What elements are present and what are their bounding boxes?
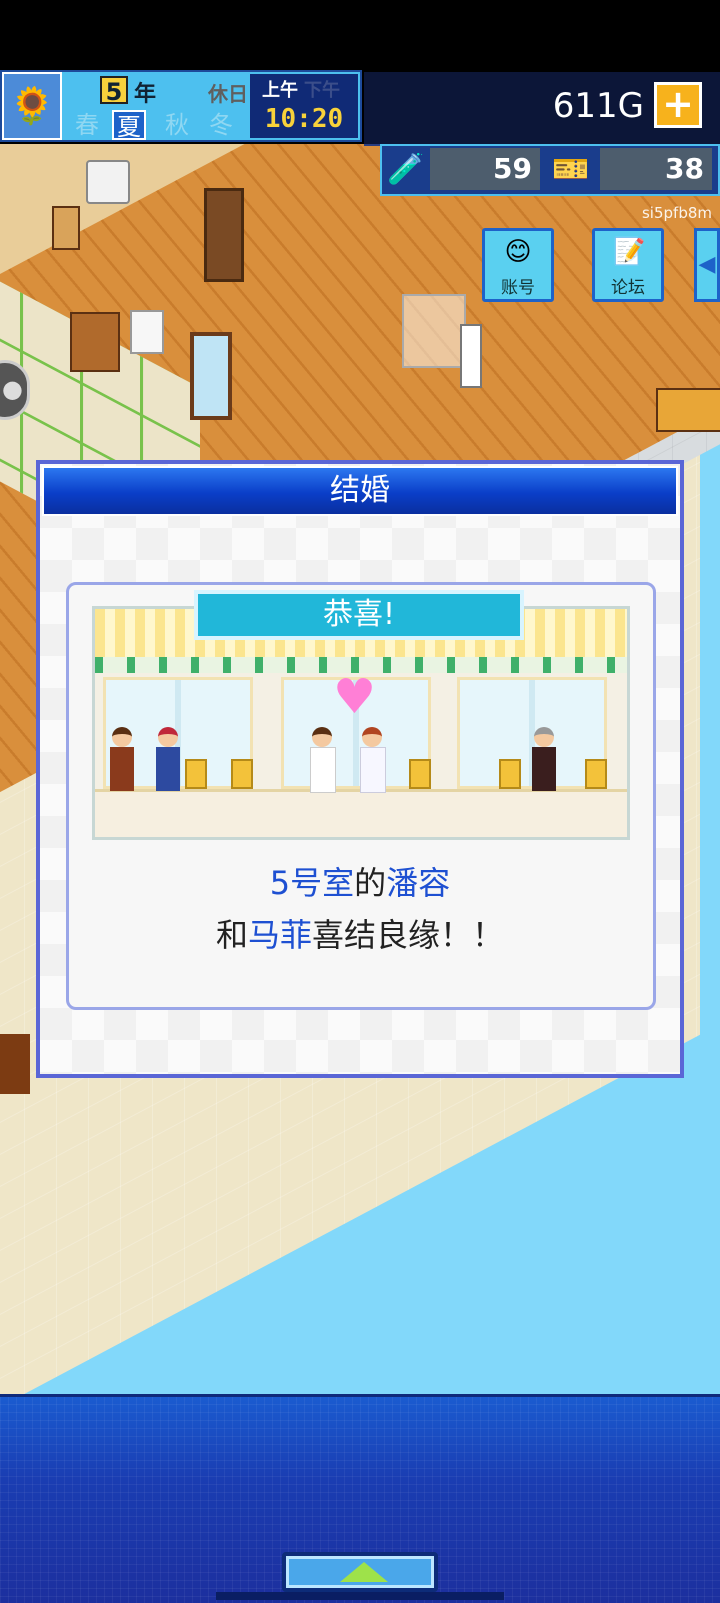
bride-name: 马菲 — [247, 916, 312, 954]
year-unit: 年 — [134, 82, 157, 107]
groom-name: 潘容 — [386, 864, 451, 902]
pew — [585, 759, 607, 789]
notice-paper — [130, 310, 164, 354]
expand-menu-button[interactable] — [282, 1552, 438, 1592]
forum-button[interactable]: 📝 论坛 — [592, 228, 664, 302]
season-autumn: 秋 — [165, 111, 189, 139]
entrance-door[interactable] — [190, 332, 232, 420]
year-number: 5 — [100, 76, 128, 106]
marriage-text: 喜结良缘！！ — [312, 916, 505, 954]
dialog-title: 结婚 — [42, 466, 678, 516]
bride-character — [357, 727, 387, 797]
pm-label: 下午 — [304, 80, 340, 101]
am-label: 上午 — [262, 80, 298, 101]
guest-character — [153, 727, 183, 797]
memo-icon: 📝 — [613, 237, 646, 267]
congrats-banner: 恭喜! — [194, 590, 524, 640]
triangle-up-icon — [340, 1562, 388, 1582]
forum-label: 论坛 — [611, 278, 645, 298]
flask-icon: 🧪 — [387, 152, 425, 187]
message-line-1: 5号室的潘容 — [90, 858, 630, 904]
account-label: 账号 — [501, 278, 535, 298]
wedding-illustration: ♥ — [92, 606, 630, 840]
pew — [409, 759, 431, 789]
room-name: 5号室 — [269, 864, 355, 902]
groom-character — [307, 727, 337, 797]
fireplace[interactable] — [70, 312, 120, 372]
user-id: si5pfb8m — [641, 204, 712, 222]
account-button[interactable]: 😊 账号 — [482, 228, 554, 302]
money-amount: 611G — [552, 86, 644, 126]
conjunction: 和 — [215, 916, 248, 954]
ticket-count: 38 — [600, 148, 712, 190]
game-clock: 10:20 — [264, 104, 344, 134]
particle: 的 — [354, 864, 387, 902]
chevron-left-icon[interactable]: ◀ — [694, 228, 720, 302]
season-spring: 春 — [75, 111, 99, 139]
shelf[interactable] — [402, 294, 466, 368]
room-door[interactable] — [204, 188, 244, 282]
sink[interactable] — [86, 160, 130, 204]
officiant-character — [529, 727, 559, 797]
plant-pot[interactable] — [0, 1034, 30, 1094]
guest-character — [107, 727, 137, 797]
smiley-icon: 😊 — [504, 237, 532, 267]
pew — [185, 759, 207, 789]
message-line-2: 和马菲喜结良缘！！ — [90, 910, 630, 956]
research-points: 59 — [430, 148, 540, 190]
skeleton-model[interactable] — [460, 324, 482, 388]
sign-board[interactable] — [52, 206, 80, 250]
counter[interactable] — [656, 388, 720, 432]
status-bar-area — [0, 0, 720, 72]
season-winter: 冬 — [209, 111, 233, 139]
ticket-icon: 🎫 — [552, 152, 590, 187]
season-summer: 夏 — [112, 110, 146, 141]
sunflower-icon[interactable]: 🌻 — [2, 72, 62, 140]
pew — [231, 759, 253, 789]
holiday-label: 休日 — [208, 82, 248, 106]
bottom-handle — [216, 1592, 504, 1600]
heart-icon: ♥ — [333, 669, 377, 725]
plus-icon[interactable]: + — [654, 82, 702, 128]
pew — [499, 759, 521, 789]
